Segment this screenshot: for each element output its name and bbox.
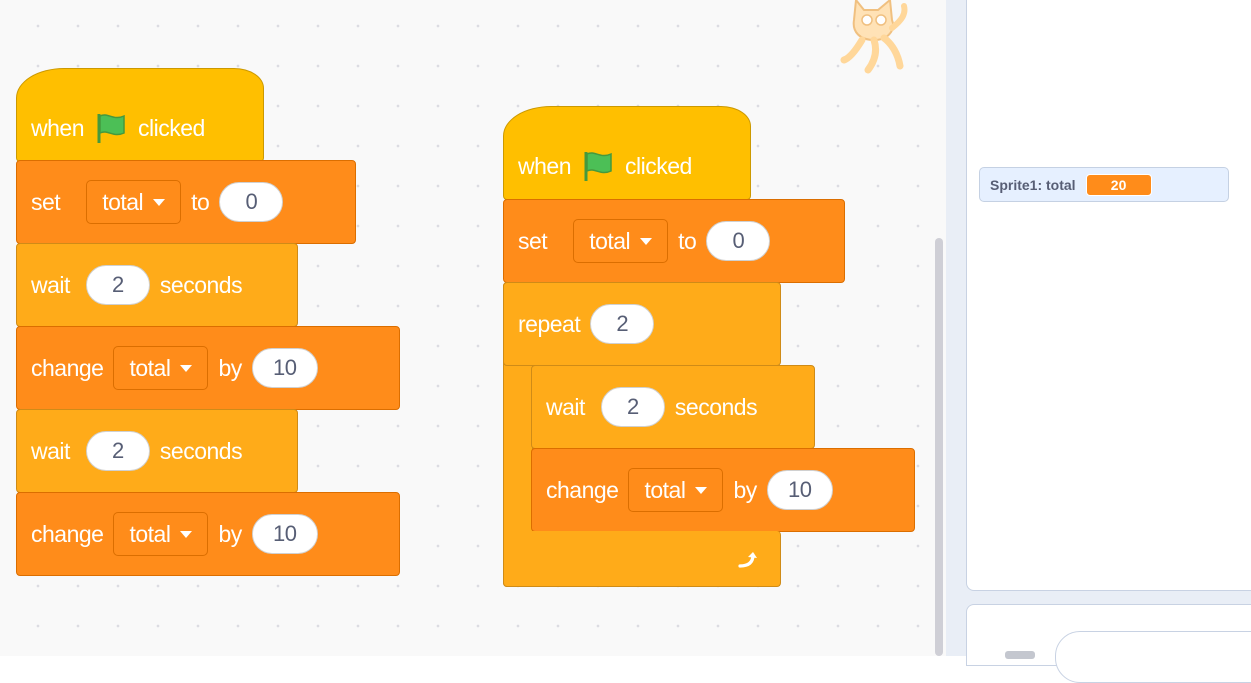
variable-dropdown[interactable]: total bbox=[113, 512, 209, 556]
wait-block[interactable]: wait 2 seconds bbox=[16, 409, 298, 493]
variable-dropdown[interactable]: total bbox=[113, 346, 209, 390]
code-workspace[interactable]: when clicked set total to 0 wait 2 secon… bbox=[0, 0, 946, 656]
seconds-input[interactable]: 2 bbox=[85, 431, 150, 471]
dropdown-caret-icon bbox=[180, 364, 193, 372]
variable-name: total bbox=[644, 476, 686, 503]
wait-label: wait bbox=[31, 437, 70, 464]
when-label: when bbox=[31, 114, 84, 141]
sprite-info-pane bbox=[966, 604, 1251, 683]
wait-label: wait bbox=[31, 271, 70, 298]
variable-name: total bbox=[129, 520, 171, 547]
sprite-label-fragment bbox=[1005, 651, 1035, 659]
set-variable-block[interactable]: set total to 0 bbox=[16, 160, 356, 244]
by-label: by bbox=[218, 520, 242, 547]
value-input[interactable]: 0 bbox=[706, 221, 771, 261]
wait-block[interactable]: wait 2 seconds bbox=[16, 243, 298, 327]
clicked-label: clicked bbox=[624, 152, 692, 179]
to-label: to bbox=[678, 227, 697, 254]
dropdown-caret-icon bbox=[640, 237, 653, 245]
dropdown-caret-icon bbox=[180, 530, 193, 538]
clicked-label: clicked bbox=[137, 114, 205, 141]
when-flag-clicked-block[interactable]: when clicked bbox=[503, 106, 751, 200]
by-label: by bbox=[218, 354, 242, 381]
repeat-arrow-icon bbox=[735, 548, 759, 578]
set-label: set bbox=[31, 188, 61, 215]
seconds-label: seconds bbox=[159, 437, 243, 464]
variable-dropdown[interactable]: total bbox=[628, 468, 724, 512]
right-pane bbox=[946, 0, 1251, 683]
variable-name: total bbox=[589, 227, 631, 254]
workspace-scrollbar[interactable] bbox=[935, 238, 943, 656]
wait-label: wait bbox=[546, 393, 585, 420]
by-label: by bbox=[733, 476, 757, 503]
when-label: when bbox=[518, 152, 571, 179]
monitor-value: 20 bbox=[1085, 173, 1152, 196]
wait-block[interactable]: wait 2 seconds bbox=[531, 365, 815, 449]
to-label: to bbox=[191, 188, 210, 215]
sprite-name-field[interactable] bbox=[1055, 631, 1251, 683]
monitor-label: Sprite1: total bbox=[990, 176, 1076, 193]
value-input[interactable]: 10 bbox=[766, 470, 833, 510]
seconds-input[interactable]: 2 bbox=[600, 387, 665, 427]
seconds-input[interactable]: 2 bbox=[85, 265, 150, 305]
change-label: change bbox=[546, 476, 619, 503]
value-input[interactable]: 0 bbox=[219, 182, 284, 222]
change-label: change bbox=[31, 520, 104, 547]
value-input[interactable]: 10 bbox=[251, 514, 318, 554]
dropdown-caret-icon bbox=[695, 486, 708, 494]
repeat-block[interactable]: repeat 2 bbox=[503, 282, 781, 366]
repeat-count-input[interactable]: 2 bbox=[590, 304, 655, 344]
repeat-label: repeat bbox=[518, 310, 581, 337]
change-variable-block[interactable]: change total by 10 bbox=[531, 448, 915, 532]
set-label: set bbox=[518, 227, 548, 254]
variable-name: total bbox=[129, 354, 171, 381]
dropdown-caret-icon bbox=[153, 198, 166, 206]
green-flag-icon bbox=[581, 149, 615, 183]
seconds-label: seconds bbox=[159, 271, 243, 298]
variable-dropdown[interactable]: total bbox=[573, 219, 669, 263]
value-input[interactable]: 10 bbox=[251, 348, 318, 388]
green-flag-icon bbox=[94, 111, 128, 145]
change-variable-block[interactable]: change total by 10 bbox=[16, 492, 400, 576]
variable-dropdown[interactable]: total bbox=[86, 180, 182, 224]
scratch-cat-icon bbox=[840, 0, 908, 74]
set-variable-block[interactable]: set total to 0 bbox=[503, 199, 845, 283]
seconds-label: seconds bbox=[674, 393, 758, 420]
when-flag-clicked-block[interactable]: when clicked bbox=[16, 68, 264, 162]
variable-monitor[interactable]: Sprite1: total 20 bbox=[979, 167, 1229, 202]
change-variable-block[interactable]: change total by 10 bbox=[16, 326, 400, 410]
change-label: change bbox=[31, 354, 104, 381]
variable-name: total bbox=[102, 188, 144, 215]
stage[interactable] bbox=[966, 0, 1251, 591]
